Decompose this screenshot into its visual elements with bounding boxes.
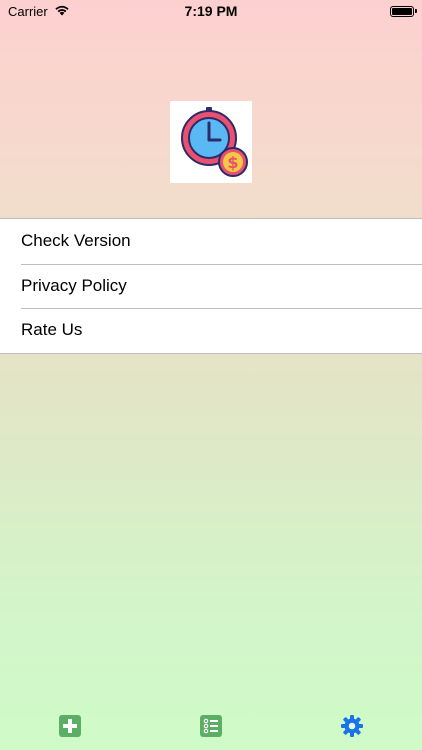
battery-icon [390, 5, 417, 17]
status-bar: Carrier 7:19 PM [0, 0, 422, 22]
tab-bar [0, 700, 422, 750]
check-version-item[interactable]: Check Version [0, 219, 422, 264]
tab-settings[interactable] [340, 714, 364, 738]
settings-menu: Check Version Privacy Policy Rate Us [0, 218, 422, 354]
wifi-icon [54, 4, 70, 19]
rate-us-item[interactable]: Rate Us [0, 308, 422, 353]
gear-icon [340, 715, 363, 737]
privacy-policy-label: Privacy Policy [21, 275, 127, 295]
add-icon [59, 715, 82, 737]
carrier-label: Carrier [8, 3, 48, 19]
status-left: Carrier [8, 4, 70, 19]
list-icon [199, 715, 222, 737]
clock-dollar-icon: $ [181, 107, 248, 177]
svg-text:$: $ [227, 153, 238, 172]
rate-us-label: Rate Us [21, 320, 83, 340]
privacy-policy-item[interactable]: Privacy Policy [0, 263, 422, 309]
check-version-label: Check Version [21, 231, 131, 251]
app-logo: $ [170, 101, 252, 183]
tab-add[interactable] [58, 714, 82, 738]
tab-list[interactable] [199, 714, 223, 738]
